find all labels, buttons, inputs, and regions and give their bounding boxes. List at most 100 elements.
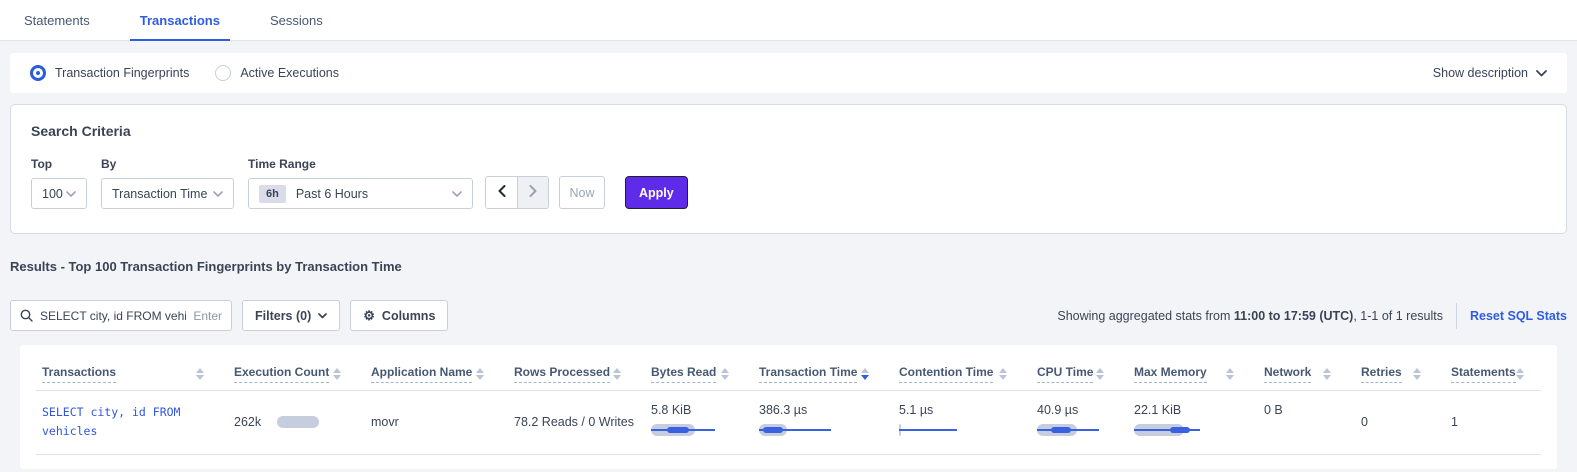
rows-processed-cell: 78.2 Reads / 0 Writes (508, 391, 645, 455)
column-header-max-memory[interactable]: Max Memory (1128, 355, 1258, 391)
transaction-fingerprint-link[interactable]: SELECT city, id FROM vehicles (42, 405, 180, 438)
by-select[interactable]: Transaction Time (101, 178, 234, 209)
radio-label: Transaction Fingerprints (55, 66, 189, 80)
columns-label: Columns (382, 309, 435, 323)
tab-label: Sessions (270, 13, 323, 28)
bar-mean (667, 427, 689, 433)
column-header-cpu-time[interactable]: CPU Time (1031, 355, 1128, 391)
filters-label: Filters (0) (255, 309, 311, 323)
time-range-field: Time Range 6h Past 6 Hours (248, 157, 473, 209)
show-description-label: Show description (1433, 66, 1528, 80)
tab-label: Transactions (140, 13, 220, 28)
radio-active-executions[interactable]: Active Executions (215, 65, 339, 81)
sql-search-input[interactable] (40, 309, 186, 323)
time-range-value: Past 6 Hours (296, 187, 368, 201)
bar-mean (1051, 427, 1071, 433)
chevron-right-icon (529, 185, 537, 200)
top-label: Top (31, 157, 87, 171)
retries-cell: 0 (1355, 391, 1445, 455)
table-header-row: Transactions Execution Count Application… (36, 355, 1541, 391)
by-label: By (101, 157, 234, 171)
chevron-down-icon (213, 191, 223, 197)
chevron-down-icon (318, 313, 327, 319)
max-memory-value: 22.1 KiB (1134, 403, 1252, 417)
divider (1456, 303, 1457, 329)
chevron-down-icon (1536, 70, 1547, 77)
cpu-time-cell: 40.9 µs (1031, 391, 1128, 455)
show-description-toggle[interactable]: Show description (1433, 66, 1547, 80)
time-forward-button[interactable] (517, 177, 548, 208)
search-criteria-card: Search Criteria Top 100 By Transaction T… (10, 104, 1567, 234)
apply-button[interactable]: Apply (625, 176, 688, 209)
stats-zone: Showing aggregated stats from 11:00 to 1… (1057, 303, 1567, 329)
sort-icon[interactable] (1096, 368, 1104, 380)
contention-time-bar (899, 424, 973, 436)
contention-time-cell: 5.1 µs (893, 391, 1031, 455)
transaction-time-value: 386.3 µs (759, 403, 887, 417)
enter-hint: Enter (193, 309, 222, 323)
filters-button[interactable]: Filters (0) (242, 300, 340, 331)
sql-search-box: Enter (10, 300, 232, 331)
by-select-value: Transaction Time (112, 187, 207, 201)
sort-icon[interactable] (861, 368, 869, 380)
cpu-time-bar (1037, 424, 1111, 436)
tab-transactions[interactable]: Transactions (130, 0, 230, 40)
sort-icon[interactable] (1516, 368, 1524, 380)
time-range-badge: 6h (259, 185, 286, 203)
radio-transaction-fingerprints[interactable]: Transaction Fingerprints (30, 65, 189, 81)
statements-cell: 1 (1445, 391, 1541, 455)
results-section: Results - Top 100 Transaction Fingerprin… (0, 259, 1577, 469)
tab-sessions[interactable]: Sessions (260, 0, 333, 40)
bar-line (1134, 429, 1200, 431)
bytes-read-bar (651, 424, 725, 436)
bar-mean (763, 427, 783, 433)
chevron-down-icon (66, 191, 76, 197)
results-title: Results - Top 100 Transaction Fingerprin… (10, 259, 1567, 274)
sort-icon[interactable] (721, 368, 729, 380)
sort-icon[interactable] (613, 368, 621, 380)
search-icon (20, 309, 33, 322)
column-header-execution-count[interactable]: Execution Count (228, 355, 365, 391)
column-header-transaction-time[interactable]: Transaction Time (753, 355, 893, 391)
results-table-card: Transactions Execution Count Application… (20, 345, 1557, 469)
column-header-bytes-read[interactable]: Bytes Read (645, 355, 753, 391)
time-range-select[interactable]: 6h Past 6 Hours (248, 178, 473, 209)
columns-button[interactable]: ⚙ Columns (350, 300, 448, 331)
search-criteria-title: Search Criteria (31, 123, 1546, 139)
execution-count-cell: 262k (234, 415, 359, 429)
transactions-table: Transactions Execution Count Application… (36, 355, 1541, 455)
sort-icon[interactable] (196, 368, 204, 380)
column-header-statements[interactable]: Statements (1445, 355, 1541, 391)
execution-count-value: 262k (234, 415, 261, 429)
sort-icon[interactable] (476, 368, 484, 380)
sort-icon[interactable] (1413, 368, 1421, 380)
cpu-time-value: 40.9 µs (1037, 403, 1122, 417)
time-range-pager (485, 176, 549, 209)
now-button[interactable]: Now (559, 176, 605, 209)
sort-icon[interactable] (999, 368, 1007, 380)
sort-icon[interactable] (1226, 368, 1234, 380)
column-header-retries[interactable]: Retries (1355, 355, 1445, 391)
sort-icon[interactable] (1323, 368, 1331, 380)
tab-label: Statements (24, 13, 90, 28)
chevron-left-icon (498, 185, 506, 200)
column-header-network[interactable]: Network (1258, 355, 1355, 391)
column-header-application-name[interactable]: Application Name (365, 355, 508, 391)
radio-selected-icon (30, 65, 46, 81)
reset-sql-stats-link[interactable]: Reset SQL Stats (1470, 309, 1567, 323)
bar-range (277, 416, 319, 428)
radio-label: Active Executions (240, 66, 339, 80)
sort-icon[interactable] (333, 368, 341, 380)
view-toggle-group: Transaction Fingerprints Active Executio… (30, 65, 339, 81)
time-back-button[interactable] (486, 177, 517, 208)
contention-time-value: 5.1 µs (899, 403, 1025, 417)
column-header-transactions[interactable]: Transactions (36, 355, 228, 391)
top-select[interactable]: 100 (31, 178, 87, 209)
column-header-contention-time[interactable]: Contention Time (893, 355, 1031, 391)
transaction-time-bar (759, 424, 833, 436)
tab-statements[interactable]: Statements (14, 0, 100, 40)
column-header-rows-processed[interactable]: Rows Processed (508, 355, 645, 391)
bytes-read-cell: 5.8 KiB (645, 391, 753, 455)
view-toggle-band: Transaction Fingerprints Active Executio… (10, 53, 1567, 93)
top-select-value: 100 (42, 187, 63, 201)
